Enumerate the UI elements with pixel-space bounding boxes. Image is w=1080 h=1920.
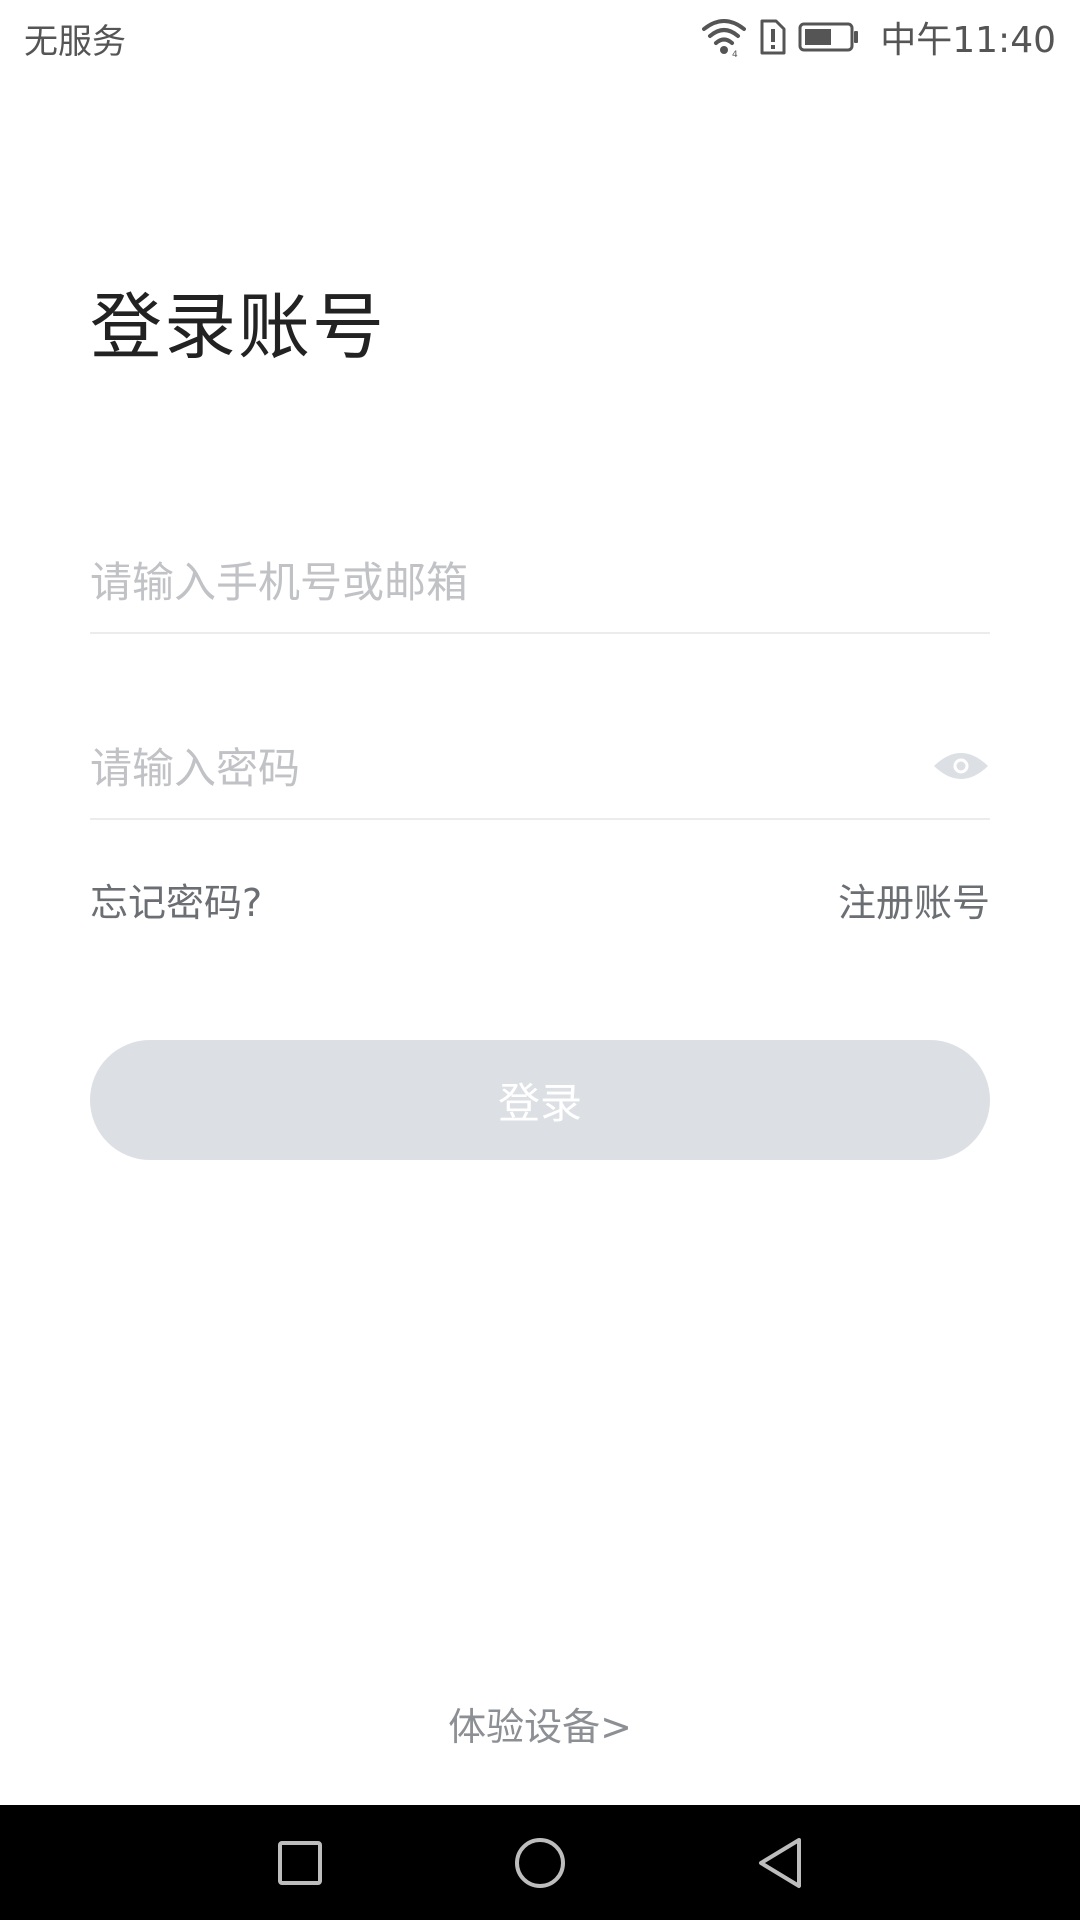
- navigation-bar: [0, 1805, 1080, 1920]
- svg-text:4: 4: [732, 50, 738, 57]
- page-title: 登录账号: [90, 285, 387, 369]
- battery-icon: [798, 21, 860, 53]
- recent-apps-icon[interactable]: [240, 1805, 360, 1920]
- password-field: [90, 720, 990, 820]
- status-bar: 无服务 4 中午11:40: [0, 0, 1080, 74]
- status-time: 中午11:40: [880, 20, 1056, 61]
- password-input[interactable]: [90, 720, 910, 816]
- demo-device-link[interactable]: 体验设备>: [0, 1696, 1080, 1751]
- sim-alert-icon: [758, 17, 786, 57]
- forgot-password-link[interactable]: 忘记密码?: [90, 872, 262, 927]
- status-icons: 4 中午11:40: [702, 10, 1056, 64]
- register-link[interactable]: 注册账号: [838, 872, 990, 927]
- home-icon[interactable]: [480, 1805, 600, 1920]
- login-screen: 无服务 4 中午11:40 登录账号 请输入手机号或邮箱 忘记密码? 注册账号 …: [0, 0, 1080, 1920]
- account-field: [90, 534, 990, 634]
- carrier-status: 无服务: [24, 22, 126, 62]
- wifi-icon: 4: [702, 17, 747, 57]
- login-button[interactable]: 登录: [90, 1040, 990, 1160]
- back-icon[interactable]: [720, 1805, 840, 1920]
- show-password-eye-icon[interactable]: [932, 744, 990, 788]
- account-input[interactable]: [90, 534, 910, 630]
